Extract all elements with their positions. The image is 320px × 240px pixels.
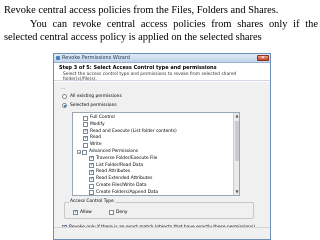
step-title: Step 3 of 5: Select Access Control type … — [59, 65, 217, 71]
permission-checkbox[interactable] — [89, 169, 94, 175]
all-existing-permissions-option[interactable]: All existing permissions — [62, 94, 122, 99]
collapse-toggle-icon[interactable]: − — [77, 150, 81, 155]
permission-label: Full Control — [90, 115, 115, 120]
permission-label: Read — [90, 135, 102, 141]
scroll-up-arrow-icon[interactable]: ▲ — [234, 113, 239, 119]
scroll-down-arrow-icon[interactable]: ▼ — [234, 189, 239, 195]
permission-checkbox[interactable] — [83, 142, 88, 148]
deny-option[interactable]: Deny — [109, 210, 127, 215]
title-bar: Revoke Permissions Wizard ✕ — [54, 54, 270, 63]
permission-checkbox[interactable] — [89, 162, 94, 169]
permission-label: Read Extended Attributes — [96, 176, 153, 182]
permission-label: Advanced Permissions — [89, 149, 139, 154]
deny-label: Deny — [116, 210, 128, 215]
all-existing-radio[interactable] — [62, 94, 67, 99]
wizard-body: ... All existing permissions Selected pe… — [54, 82, 270, 239]
caption-line-1: Revoke central access policies from the … — [4, 5, 279, 16]
permission-tree-item[interactable]: Read Attributes — [89, 169, 130, 175]
permission-checkbox[interactable] — [83, 135, 88, 141]
permission-tree-item[interactable]: − Advanced Permissions — [77, 149, 138, 155]
permission-tree-item[interactable]: Read Extended Attributes — [89, 176, 152, 182]
permission-tree-item[interactable]: Create Folders/Append Data — [89, 189, 159, 195]
selected-permissions-option[interactable]: Selected permissions — [62, 103, 117, 108]
close-button[interactable]: ✕ — [257, 55, 269, 61]
permission-checkbox[interactable] — [89, 155, 94, 162]
permission-label: Write — [90, 142, 102, 148]
permission-tree-item[interactable]: Traverse Folder/Execute File — [89, 155, 158, 162]
selected-permissions-radio[interactable] — [62, 103, 67, 108]
permission-tree-item[interactable]: Write — [83, 142, 102, 148]
tree-scrollbar[interactable]: ▲ ▼ — [233, 113, 239, 195]
permission-checkbox[interactable] — [83, 128, 88, 135]
window-title: Revoke Permissions Wizard — [62, 55, 130, 61]
permission-tree-item[interactable]: List Folder/Read Data — [89, 162, 144, 169]
permission-checkbox[interactable] — [89, 176, 94, 182]
scroll-thumb[interactable] — [235, 121, 239, 161]
permission-tree-item[interactable]: Create Files/Write Data — [89, 183, 147, 189]
permission-tree-item[interactable]: Read and Execute (List folder contents) — [83, 128, 177, 135]
caption-line-2: You can revoke central access policies f… — [4, 18, 318, 44]
access-control-type-group: Access Control Type Allow Deny — [64, 199, 254, 219]
permission-checkbox[interactable] — [89, 183, 94, 189]
permission-tree-item[interactable]: Modify — [83, 122, 105, 128]
permission-tree-item[interactable]: Full Control — [83, 115, 115, 121]
revoke-permissions-wizard: Revoke Permissions Wizard ✕ Step 3 of 5:… — [53, 53, 271, 240]
wizard-header: Step 3 of 5: Select Access Control type … — [54, 63, 270, 82]
permission-checkbox[interactable] — [82, 149, 87, 155]
info-link[interactable]: ... — [61, 86, 65, 91]
all-existing-label: All existing permissions — [70, 94, 122, 99]
permission-label: Read Attributes — [96, 169, 131, 175]
permission-label: List Folder/Read Data — [96, 162, 144, 168]
permission-label: Read and Execute (List folder contents) — [90, 128, 177, 134]
deny-checkbox[interactable] — [109, 210, 114, 215]
permission-label: Traverse Folder/Execute File — [96, 155, 158, 161]
wizard-footer — [54, 227, 270, 239]
caption-text: Revoke central access policies from the … — [4, 4, 318, 45]
permissions-tree[interactable]: Full ControlModifyRead and Execute (List… — [72, 112, 240, 196]
allow-checkbox[interactable] — [73, 209, 78, 215]
step-subtitle: Select the access control type and permi… — [63, 72, 237, 82]
permission-tree-item[interactable]: Read — [83, 135, 101, 141]
access-control-type-legend: Access Control Type — [69, 199, 115, 204]
app-icon — [56, 56, 60, 60]
permission-label: Create Files/Write Data — [96, 183, 147, 188]
permission-label: Create Folders/Append Data — [96, 189, 159, 195]
permission-checkbox[interactable] — [83, 122, 88, 128]
allow-option[interactable]: Allow — [73, 209, 92, 215]
permission-checkbox[interactable] — [89, 190, 94, 195]
permission-checkbox[interactable] — [83, 115, 88, 121]
selected-permissions-label: Selected permissions — [70, 103, 117, 108]
allow-label: Allow — [80, 210, 92, 215]
permission-label: Modify — [90, 121, 105, 127]
